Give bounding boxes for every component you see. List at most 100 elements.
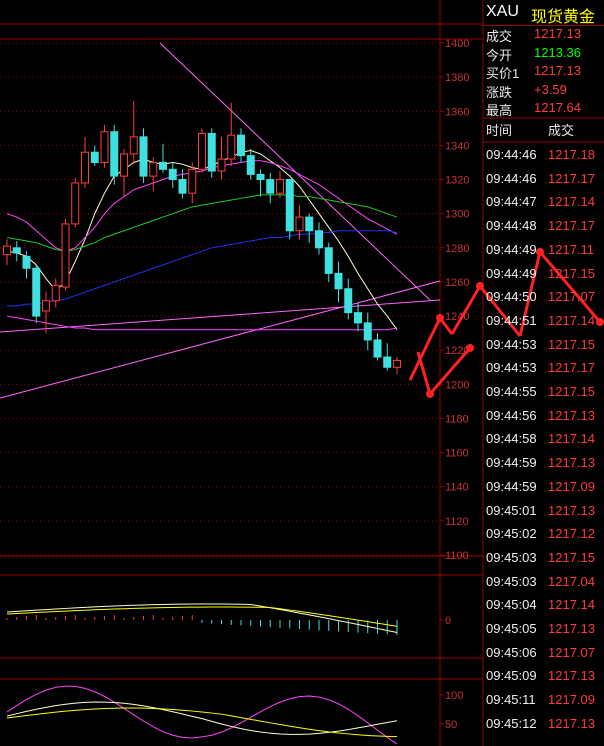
tick-row[interactable]: 09:44:56 1217.13 [483, 404, 604, 427]
tick-row[interactable]: 09:45:09 1217.13 [483, 664, 604, 687]
ticks-header-price: 成交 [548, 123, 575, 138]
tick-price: 1217.13 [548, 621, 595, 636]
tick-row[interactable]: 09:44:49 1217.15 [483, 262, 604, 285]
tick-row[interactable]: 09:45:02 1217.12 [483, 522, 604, 545]
candle-body [207, 132, 216, 172]
symbol-code: XAU [486, 3, 519, 20]
candle-body [276, 179, 284, 194]
tick-row[interactable]: 09:44:53 1217.17 [483, 356, 604, 379]
tick-row[interactable]: 09:44:58 1217.14 [483, 427, 604, 450]
tick-row[interactable]: 09:44:49 1217.11 [483, 238, 604, 261]
candle-body [149, 161, 158, 177]
tick-row[interactable]: 09:45:01 1217.13 [483, 499, 604, 522]
tick-price: 1217.13 [548, 715, 595, 731]
tick-price: 1217.18 [548, 147, 595, 162]
kdj-axis-label: 50 [445, 719, 457, 731]
ticks-header-time: 时间 [486, 123, 513, 138]
candle-body [32, 267, 41, 317]
tick-row[interactable]: 09:45:05 1217.13 [483, 617, 604, 640]
candle-body [334, 272, 343, 290]
price-axis-label: 1180 [445, 413, 469, 425]
candle-body [71, 182, 80, 225]
price-axis-label: 1160 [445, 448, 469, 460]
candle-body [363, 322, 372, 341]
quote-value: +3.59 [534, 81, 567, 97]
tick-row[interactable]: 09:44:53 1217.15 [483, 333, 604, 356]
tick-time: 09:45:05 [486, 621, 537, 636]
quote-label: 涨跌 [486, 84, 513, 100]
tick-time: 09:44:51 [486, 312, 537, 328]
candle-body [168, 168, 177, 181]
tick-time: 09:45:12 [486, 715, 537, 731]
tick-price: 1217.17 [548, 170, 595, 186]
tick-time: 09:45:01 [486, 502, 537, 518]
candle-body [22, 255, 31, 269]
candle-body [188, 168, 197, 194]
tick-price: 1217.14 [548, 431, 595, 447]
tick-row[interactable]: 09:45:03 1217.04 [483, 570, 604, 593]
tick-price: 1217.15 [548, 384, 595, 399]
quote-row: 最高 1217.64 [483, 100, 604, 118]
price-axis-label: 1300 [445, 209, 469, 221]
quote-row: 买价1 1217.13 [483, 63, 604, 81]
tick-row[interactable]: 09:44:47 1217.14 [483, 190, 604, 213]
tick-row[interactable]: 09:45:12 1217.13 [483, 712, 604, 735]
tick-row[interactable]: 09:44:46 1217.17 [483, 167, 604, 190]
tick-price: 1217.09 [548, 692, 595, 708]
candle-body [227, 134, 236, 160]
quote-label: 成交 [486, 29, 513, 44]
price-axis-label: 1140 [445, 482, 469, 494]
tick-row[interactable]: 09:45:04 1217.14 [483, 593, 604, 616]
macd-axis-label: 0 [445, 615, 451, 627]
candle-body [129, 136, 138, 155]
tick-price: 1217.17 [548, 360, 595, 376]
candle-body [120, 153, 128, 177]
candle-body [393, 359, 401, 368]
tick-time: 09:44:46 [486, 170, 537, 186]
tick-time: 09:44:59 [486, 478, 537, 494]
candle-body [198, 132, 206, 170]
tick-price: 1217.12 [548, 526, 595, 542]
price-axis-label: 1400 [445, 38, 469, 50]
tick-price: 1217.11 [548, 241, 595, 257]
tick-row[interactable]: 09:45:03 1217.15 [483, 546, 604, 569]
tick-time: 09:44:56 [486, 407, 537, 423]
price-axis-label: 1260 [445, 277, 469, 289]
symbol-header: XAU 现货黄金 [483, 0, 604, 26]
tick-row[interactable]: 09:45:11 1217.09 [483, 688, 604, 711]
candle-body [246, 155, 255, 175]
tick-time: 09:44:59 [486, 455, 537, 471]
tick-row[interactable]: 09:44:59 1217.09 [483, 475, 604, 498]
tick-time: 09:45:03 [486, 573, 537, 589]
candle-body [110, 131, 119, 177]
candle-body [217, 158, 226, 172]
tick-row[interactable]: 09:45:06 1217.07 [483, 641, 604, 664]
candle-body [344, 288, 353, 314]
tick-row[interactable]: 09:44:59 1217.13 [483, 451, 604, 474]
tick-time: 09:44:47 [486, 194, 537, 210]
price-axis-label: 1200 [445, 379, 469, 391]
price-axis-label: 1340 [445, 140, 469, 152]
tick-price: 1217.09 [548, 478, 595, 494]
tick-row[interactable]: 09:44:55 1217.15 [483, 380, 604, 403]
quote-row: 成交 1217.13 [483, 26, 604, 44]
price-axis-label: 1320 [445, 175, 469, 187]
candle-body [383, 356, 392, 368]
quote-label: 买价1 [486, 66, 520, 81]
tick-row[interactable]: 09:44:46 1217.18 [483, 143, 604, 166]
tick-row[interactable]: 09:44:48 1217.17 [483, 214, 604, 237]
candle-body [12, 247, 21, 254]
quote-value: 1217.13 [534, 63, 581, 78]
tick-row[interactable]: 09:44:51 1217.14 [483, 309, 604, 332]
tick-price: 1217.15 [548, 265, 595, 281]
candle-body [100, 131, 109, 163]
tick-price: 1217.13 [548, 668, 595, 684]
tick-price: 1217.13 [548, 407, 595, 423]
tick-price: 1217.07 [548, 289, 595, 305]
price-axis-label: 1360 [445, 106, 469, 118]
candle-body [256, 173, 265, 181]
symbol-name: 现货黄金 [531, 9, 596, 26]
candle-body [237, 134, 245, 157]
tick-row[interactable]: 09:44:50 1217.07 [483, 285, 604, 308]
tick-price: 1217.14 [548, 597, 595, 613]
